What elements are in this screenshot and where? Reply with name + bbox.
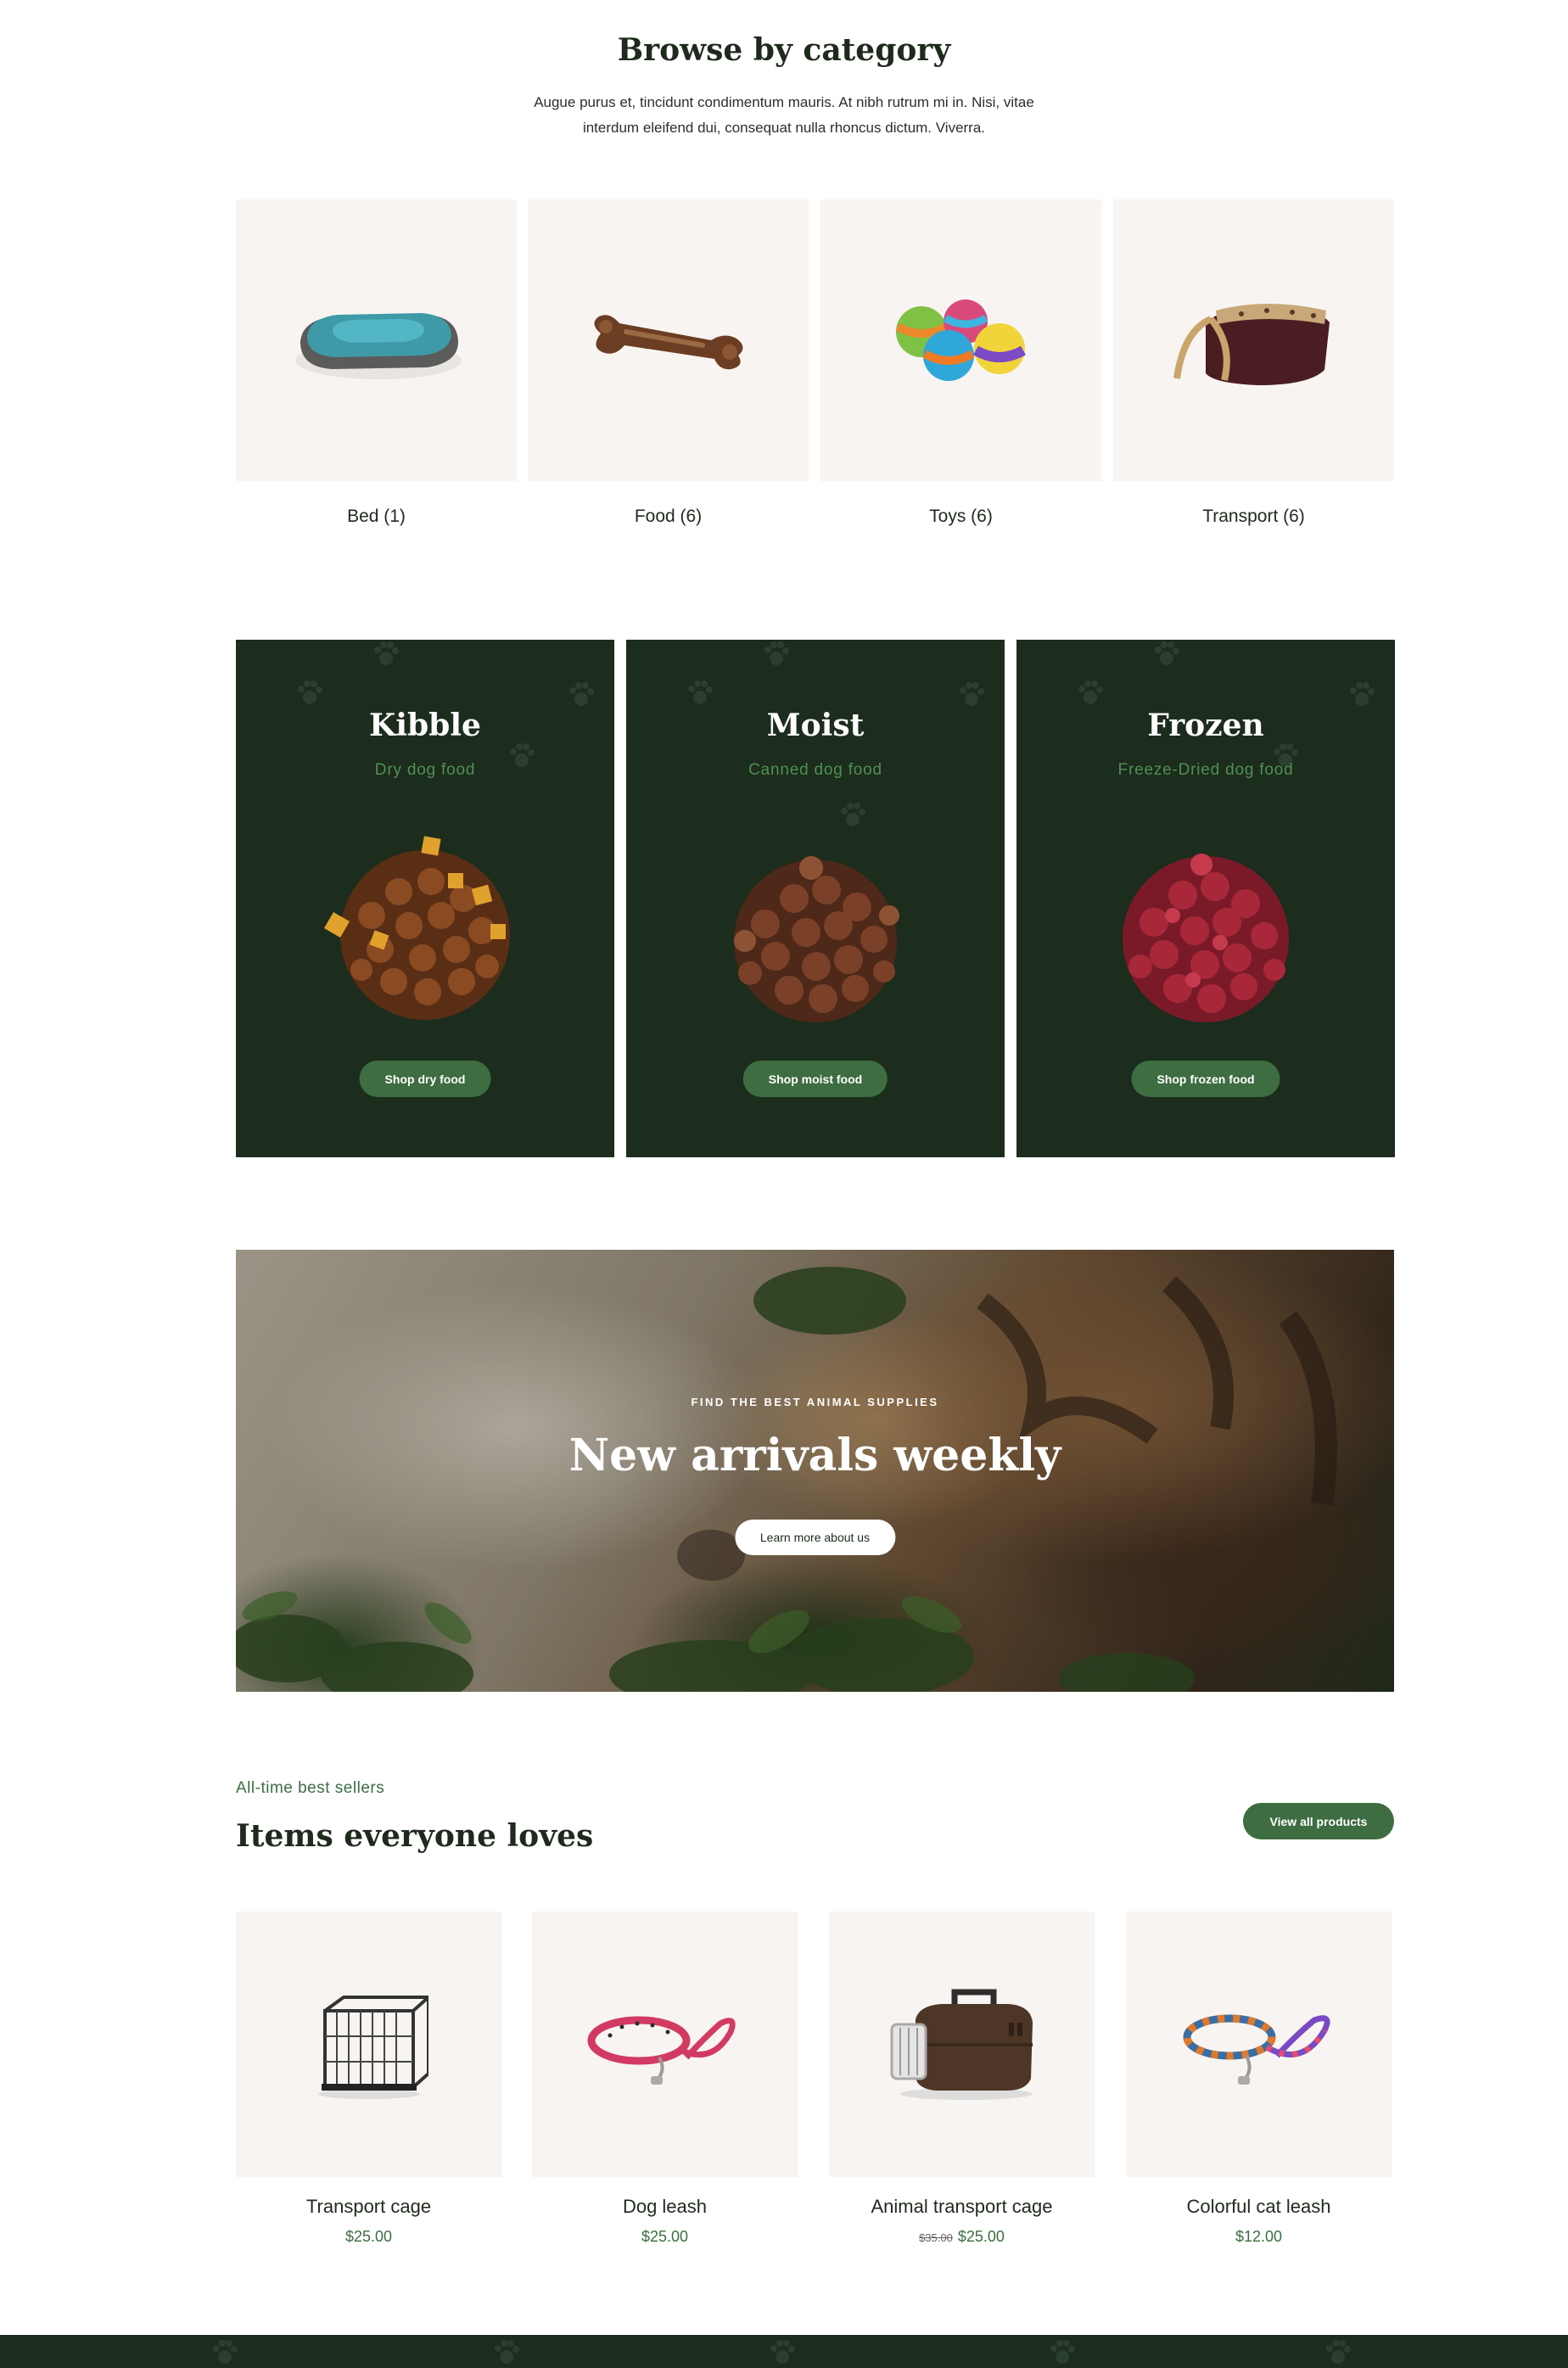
moist-food-pile-image [734, 856, 899, 1022]
product-current-price: $25.00 [641, 2228, 689, 2245]
footer-strip [0, 2335, 1568, 2368]
bone-icon [593, 315, 743, 370]
product-card-transport-cage[interactable]: Transport cage $25.00 [236, 1912, 501, 2246]
product-image[interactable] [829, 1912, 1095, 2177]
product-old-price: $35.00 [919, 2231, 953, 2244]
product-price: $25.00 [532, 2228, 798, 2246]
paw-print-icon [569, 682, 594, 706]
kibble-pile-image [323, 836, 510, 1020]
paw-print-icon [1050, 2340, 1075, 2364]
paw-print-icon [1155, 641, 1179, 665]
paw-print-icon [298, 680, 322, 704]
shop-moist-food-button[interactable]: Shop moist food [742, 1061, 888, 1097]
category-card-food[interactable]: Food (6) [528, 199, 809, 527]
product-current-price: $12.00 [1235, 2228, 1283, 2245]
hero-eyebrow: FIND THE BEST ANIMAL SUPPLIES [691, 1396, 939, 1408]
food-title: Kibble [369, 708, 481, 743]
paw-print-icon [495, 2340, 519, 2364]
paw-print-icon [770, 2340, 795, 2364]
hero-banner: FIND THE BEST ANIMAL SUPPLIES New arriva… [236, 1250, 1394, 1692]
shop-dry-food-button[interactable]: Shop dry food [359, 1061, 491, 1097]
product-image[interactable] [1126, 1912, 1392, 2177]
category-label[interactable]: Transport (6) [1113, 507, 1394, 527]
plastic-carrier-icon [890, 1989, 1033, 2100]
shop-frozen-food-button[interactable]: Shop frozen food [1131, 1061, 1280, 1097]
hero-title: New arrivals weekly [568, 1430, 1061, 1481]
product-name[interactable]: Animal transport cage [829, 2196, 1095, 2218]
food-subtitle: Freeze-Dried dog food [1117, 761, 1294, 779]
product-card-dog-leash[interactable]: Dog leash $25.00 [532, 1912, 798, 2246]
paw-print-icon [1350, 682, 1375, 706]
paw-print-icon [374, 641, 399, 665]
product-image[interactable] [532, 1912, 798, 2177]
product-card-colorful-cat-leash[interactable]: Colorful cat leash $12.00 [1126, 1912, 1392, 2246]
pet-bed-icon [294, 313, 462, 379]
product-card-animal-transport-cage[interactable]: Animal transport cage $35.00 $25.00 [829, 1912, 1095, 2246]
product-image[interactable] [236, 1912, 501, 2177]
best-sellers-eyebrow: All-time best sellers [236, 1779, 385, 1797]
product-name[interactable]: Transport cage [236, 2196, 501, 2218]
toy-balls-icon [895, 299, 1026, 381]
food-subtitle: Dry dog food [374, 761, 476, 779]
paw-print-icon [213, 2340, 238, 2364]
category-card-transport[interactable]: Transport (6) [1113, 199, 1394, 527]
category-card-bed[interactable]: Bed (1) [236, 199, 517, 527]
category-image[interactable] [528, 199, 809, 481]
paw-print-icon [764, 641, 789, 665]
best-sellers-title: Items everyone loves [236, 1818, 594, 1854]
paw-print-icon [1326, 2340, 1351, 2364]
pet-carrier-bag-icon [1173, 304, 1330, 385]
product-price: $35.00 $25.00 [829, 2228, 1095, 2246]
food-panel-frozen: Frozen Freeze-Dried dog food Shop frozen… [1016, 640, 1395, 1157]
frozen-food-pile-image [1123, 854, 1289, 1022]
category-card-toys[interactable]: Toys (6) [820, 199, 1101, 527]
food-subtitle: Canned dog food [748, 761, 882, 779]
product-name[interactable]: Dog leash [532, 2196, 798, 2218]
product-name[interactable]: Colorful cat leash [1126, 2196, 1392, 2218]
category-image[interactable] [1113, 199, 1394, 481]
learn-more-button[interactable]: Learn more about us [734, 1520, 896, 1555]
product-current-price: $25.00 [344, 2228, 393, 2245]
category-label[interactable]: Bed (1) [236, 507, 517, 527]
category-image[interactable] [236, 199, 517, 481]
paw-print-icon [1078, 680, 1103, 704]
food-title: Frozen [1147, 708, 1264, 743]
category-heading: Browse by category [617, 32, 951, 68]
product-price: $25.00 [236, 2228, 501, 2246]
red-leash-icon [587, 2016, 736, 2085]
category-label[interactable]: Toys (6) [820, 507, 1101, 527]
wire-cage-icon [317, 1995, 428, 2099]
food-panel-moist: Moist Canned dog food Shop moist food [626, 640, 1005, 1157]
product-price: $12.00 [1126, 2228, 1392, 2246]
striped-leash-icon [1183, 2014, 1330, 2085]
category-image[interactable] [820, 199, 1101, 481]
paw-print-icon [960, 682, 984, 706]
paw-print-icon [688, 680, 713, 704]
food-panel-kibble: Kibble Dry dog food Shop dry food [236, 640, 614, 1157]
food-title: Moist [766, 708, 865, 743]
category-intro: Augue purus et, tincidunt condimentum ma… [534, 94, 1034, 136]
view-all-products-button[interactable]: View all products [1243, 1803, 1394, 1839]
product-current-price: $25.00 [957, 2228, 1005, 2245]
category-label[interactable]: Food (6) [528, 507, 809, 527]
paw-print-icon [841, 803, 865, 826]
